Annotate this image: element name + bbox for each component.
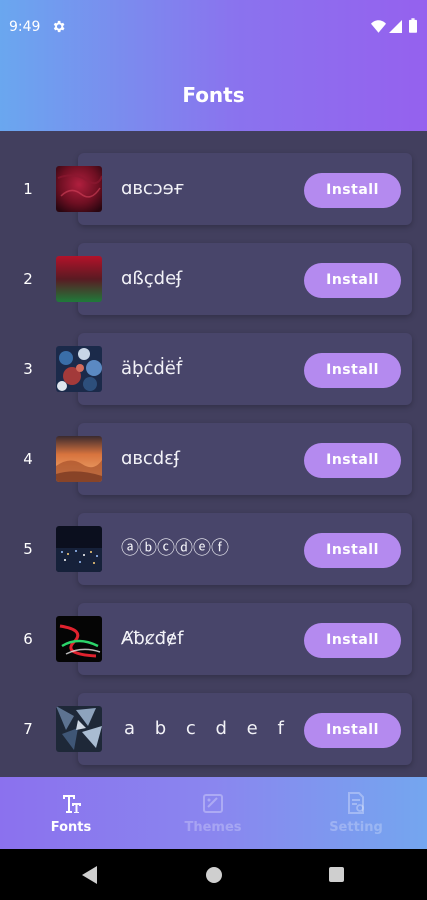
list-item: 2 ɑßçdeʄ Install — [0, 243, 427, 315]
recent-apps-icon[interactable] — [329, 867, 344, 882]
home-icon[interactable] — [206, 867, 222, 883]
wifi-icon — [371, 20, 386, 33]
font-sample-text: ɑßçdeʄ — [121, 268, 183, 289]
list-item: 1 ɑʙcɔɘғ Install — [0, 153, 427, 225]
list-item: 3 äḅċḋëḟ Install — [0, 333, 427, 405]
gear-icon — [53, 20, 65, 33]
font-sample-text: äḅċḋëḟ — [121, 358, 183, 379]
battery-icon — [409, 18, 417, 33]
font-sample-text: ⓐⓑⓒⓓⓔⓕ — [121, 538, 229, 559]
font-index: 6 — [23, 630, 33, 648]
nav-item-fonts[interactable]: Fonts — [0, 777, 142, 849]
font-index: 5 — [23, 540, 33, 558]
nav-item-themes[interactable]: Themes — [142, 777, 284, 849]
font-thumbnail-image — [56, 526, 102, 572]
font-thumbnail-image — [56, 706, 102, 752]
back-icon[interactable] — [82, 866, 98, 884]
font-thumbnail-image — [56, 346, 102, 392]
text-fonts-icon — [61, 795, 81, 813]
font-index: 3 — [23, 360, 33, 378]
font-sample-text: ɑʙcɔɘғ — [121, 178, 185, 199]
settings-document-icon — [348, 792, 364, 814]
install-button[interactable]: Install — [304, 713, 401, 748]
font-thumbnail-image — [56, 166, 102, 212]
list-item: 7 a b c d e f Install — [0, 693, 427, 765]
app-header: 9:49 Fonts — [0, 0, 427, 131]
install-button[interactable]: Install — [304, 443, 401, 478]
nav-label: Themes — [184, 820, 242, 835]
font-index: 1 — [23, 180, 33, 198]
nav-label: Setting — [329, 820, 383, 835]
install-button[interactable]: Install — [304, 533, 401, 568]
install-button[interactable]: Install — [304, 353, 401, 388]
palette-icon — [203, 794, 223, 813]
bottom-navigation: Fonts Themes Setting — [0, 777, 427, 849]
font-thumbnail-image — [56, 256, 102, 302]
font-thumbnail-image — [56, 436, 102, 482]
list-item: 4 ɑʙcdɛʄ Install — [0, 423, 427, 495]
font-index: 4 — [23, 450, 33, 468]
font-index: 2 — [23, 270, 33, 288]
signal-icon — [389, 20, 402, 33]
status-time: 9:49 — [9, 19, 41, 35]
list-item: 5 ⓐⓑⓒⓓⓔⓕ Install — [0, 513, 427, 585]
page-title: Fonts — [182, 83, 245, 107]
nav-label: Fonts — [50, 820, 92, 835]
font-thumbnail-image — [56, 616, 102, 662]
system-navigation-bar — [0, 849, 427, 900]
install-button[interactable]: Install — [304, 173, 401, 208]
font-sample-text: ɑʙcdɛʄ — [121, 448, 180, 469]
nav-item-setting[interactable]: Setting — [285, 777, 427, 849]
install-button[interactable]: Install — [304, 263, 401, 298]
install-button[interactable]: Install — [304, 623, 401, 658]
status-bar: 9:49 — [0, 0, 427, 40]
font-list[interactable]: 1 ɑʙcɔɘғ Install 2 ɑßçdeʄ Install 3 äḅċḋ… — [0, 131, 427, 777]
font-sample-text: a b c d e f — [124, 718, 291, 739]
font-index: 7 — [23, 720, 33, 738]
font-sample-text: Ⱥƀȼđɇf — [121, 628, 184, 649]
list-item: 6 Ⱥƀȼđɇf Install — [0, 603, 427, 675]
